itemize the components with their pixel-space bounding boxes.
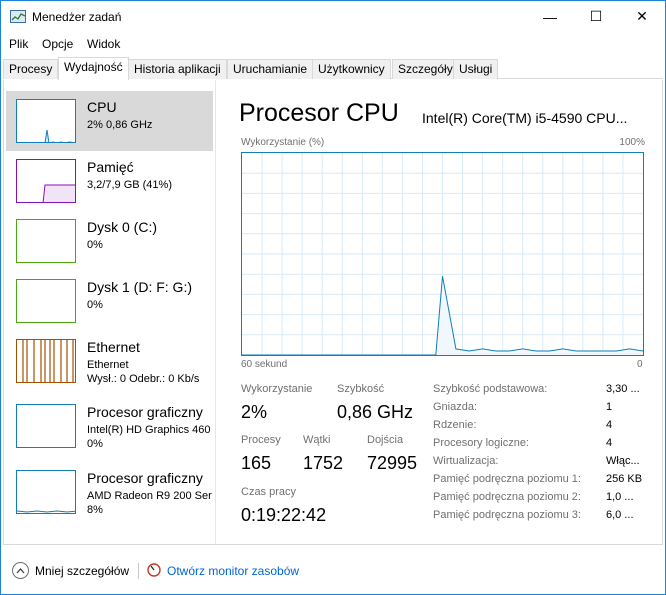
resource-detail: Intel(R) HD Graphics 460 <box>87 424 211 436</box>
menu-view[interactable]: Widok <box>87 37 120 51</box>
maximize-button[interactable]: ☐ <box>573 1 619 32</box>
resource-item-gpu1[interactable]: Procesor graficzny AMD Radeon R9 200 Ser… <box>6 462 213 522</box>
page-title: Procesor CPU <box>239 99 399 127</box>
spec-label: Szybkość podstawowa: <box>433 383 548 395</box>
spec-label: Gniazda: <box>433 401 478 413</box>
cpu-usage-chart-svg <box>242 153 643 355</box>
disk1-thumbnail <box>16 279 76 323</box>
resource-name: Procesor graficzny <box>87 470 203 486</box>
ethernet-thumbnail <box>16 339 76 383</box>
usage-label: Wykorzystanie <box>241 383 313 395</box>
speed-label: Szybkość <box>337 383 385 395</box>
open-resource-monitor-link[interactable]: Otwórz monitor zasobów <box>167 564 299 578</box>
task-manager-window: Menedżer zadań — ☐ ✕ Plik Opcje Widok Pr… <box>0 0 666 595</box>
spec-value: 4 <box>606 437 613 449</box>
spec-value: 1,0 ... <box>606 491 634 503</box>
spec-label: Pamięć podręczna poziomu 1: <box>433 473 581 485</box>
window-title: Menedżer zadań <box>32 10 122 24</box>
spec-value: 4 <box>606 419 613 431</box>
handles-value: 72995 <box>367 453 418 473</box>
cpu-detail-panel: Procesor CPU Intel(R) Core(TM) i5-4590 C… <box>217 80 663 544</box>
resource-list: CPU 2% 0,86 GHz Pamięć 3,2/7,9 GB (41%) … <box>4 80 216 544</box>
threads-label: Wątki <box>303 434 331 446</box>
resource-item-disk1[interactable]: Dysk 1 (D: F: G:) 0% <box>6 271 213 331</box>
spec-value: Włąc... <box>606 455 640 467</box>
menu-options[interactable]: Opcje <box>42 37 73 51</box>
resource-name: CPU <box>87 99 117 115</box>
close-button[interactable]: ✕ <box>619 1 665 32</box>
footer-separator <box>138 563 139 579</box>
minimize-button[interactable]: — <box>527 1 573 32</box>
spec-label: Wirtualizacja: <box>433 455 499 467</box>
spec-label: Pamięć podręczna poziomu 3: <box>433 509 581 521</box>
spec-value: 1 <box>606 401 613 413</box>
tab-performance[interactable]: Wydajność <box>58 57 129 80</box>
tab-services[interactable]: Usługi <box>453 59 499 79</box>
resource-item-cpu[interactable]: CPU 2% 0,86 GHz <box>6 91 213 151</box>
tab-strip: Procesy Wydajność Historia aplikacji Uru… <box>3 57 663 80</box>
resource-monitor-icon[interactable] <box>147 563 161 577</box>
memory-thumbnail <box>16 159 76 203</box>
spec-value: 3,30 ... <box>606 383 640 395</box>
spec-label: Procesory logiczne: <box>433 437 529 449</box>
processes-value: 165 <box>241 453 272 473</box>
tab-details[interactable]: Szczegóły <box>392 59 459 79</box>
resource-item-memory[interactable]: Pamięć 3,2/7,9 GB (41%) <box>6 151 213 211</box>
cpu-model: Intel(R) Core(TM) i5-4590 CPU... <box>422 110 628 126</box>
cpu-thumbnail <box>16 99 76 143</box>
gpu1-thumbnail <box>16 470 76 514</box>
tab-users[interactable]: Użytkownicy <box>312 59 391 79</box>
tab-startup[interactable]: Uruchamianie <box>227 59 314 79</box>
footer: Mniej szczegółów Otwórz monitor zasobów <box>1 553 665 591</box>
spec-label: Pamięć podręczna poziomu 2: <box>433 491 581 503</box>
tab-processes[interactable]: Procesy <box>3 59 59 79</box>
spec-value: 6,0 ... <box>606 509 634 521</box>
title-bar[interactable]: Menedżer zadań — ☐ ✕ <box>1 1 665 32</box>
x-axis-end-label: 0 <box>637 359 643 370</box>
resource-detail: 0% <box>87 299 103 311</box>
resource-name: Procesor graficzny <box>87 404 203 420</box>
processes-label: Procesy <box>241 434 281 446</box>
resource-detail: 3,2/7,9 GB (41%) <box>87 179 172 191</box>
resource-detail: 0% <box>87 239 103 251</box>
resource-detail-2: Wysł.: 0 Odebr.: 0 Kb/s <box>87 373 200 385</box>
resource-name: Dysk 1 (D: F: G:) <box>87 279 192 295</box>
fewer-details-icon[interactable] <box>12 562 29 579</box>
resource-detail: Ethernet <box>87 359 129 371</box>
threads-value: 1752 <box>303 453 344 473</box>
spec-label: Rdzenie: <box>433 419 477 431</box>
resource-item-ethernet[interactable]: Ethernet Ethernet Wysł.: 0 Odebr.: 0 Kb/… <box>6 331 213 391</box>
chart-top-left-label: Wykorzystanie (%) <box>241 137 325 148</box>
resource-item-disk0[interactable]: Dysk 0 (C:) 0% <box>6 211 213 271</box>
usage-value: 2% <box>241 402 268 422</box>
spec-value: 256 KB <box>606 473 643 485</box>
resource-name: Ethernet <box>87 339 140 355</box>
fewer-details-button[interactable]: Mniej szczegółów <box>35 564 129 578</box>
resource-detail-2: 8% <box>87 504 103 516</box>
uptime-label: Czas pracy <box>241 486 297 498</box>
x-axis-start-label: 60 sekund <box>241 359 288 370</box>
task-manager-icon <box>10 10 26 23</box>
performance-content: CPU 2% 0,86 GHz Pamięć 3,2/7,9 GB (41%) … <box>3 80 663 545</box>
resource-name: Pamięć <box>87 159 134 175</box>
resource-item-gpu0[interactable]: Procesor graficzny Intel(R) HD Graphics … <box>6 396 213 456</box>
resource-detail: AMD Radeon R9 200 Ser <box>87 490 212 502</box>
menu-file[interactable]: Plik <box>9 37 28 51</box>
disk0-thumbnail <box>16 219 76 263</box>
cpu-usage-chart <box>241 152 644 356</box>
resource-detail: 2% 0,86 GHz <box>87 119 153 131</box>
speed-value: 0,86 GHz <box>337 402 414 422</box>
chart-top-right-label: 100% <box>619 137 645 148</box>
uptime-value: 0:19:22:42 <box>241 505 327 525</box>
resource-name: Dysk 0 (C:) <box>87 219 157 235</box>
menu-bar: Plik Opcje Widok <box>1 33 665 55</box>
gpu0-thumbnail <box>16 404 76 448</box>
resource-detail-2: 0% <box>87 438 103 450</box>
tab-app-history[interactable]: Historia aplikacji <box>128 59 227 79</box>
handles-label: Dojścia <box>367 434 404 446</box>
